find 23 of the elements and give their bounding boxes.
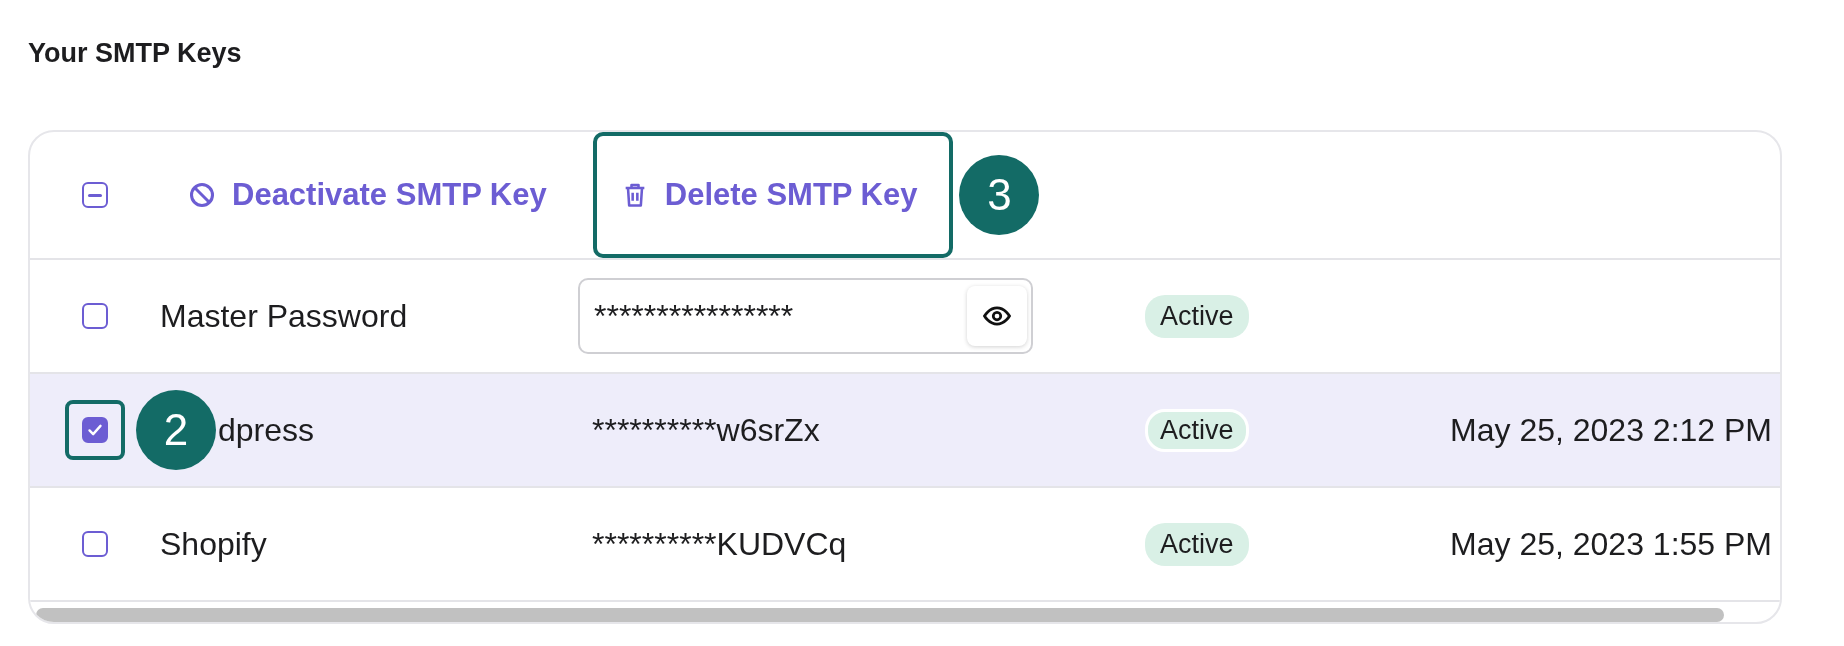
toolbar-button[interactable]: Delete SMTP Key bbox=[592, 132, 954, 258]
step-number-badge: 2 bbox=[136, 390, 216, 470]
status-badge: Active bbox=[1145, 408, 1249, 452]
table-row[interactable]: 2 dpress **********w6srZx Active May 25, 2023 2:12 PM bbox=[30, 374, 1780, 488]
ban-icon bbox=[188, 181, 216, 209]
show-password-button[interactable] bbox=[967, 286, 1027, 346]
row-checkbox[interactable] bbox=[82, 417, 108, 443]
masked-key: **********w6srZx bbox=[592, 411, 820, 448]
created-date: May 25, 2023 1:55 PM bbox=[1450, 525, 1772, 562]
key-name: Master Password bbox=[160, 297, 408, 334]
status-badge: Active bbox=[1145, 294, 1249, 338]
key-name: dpress bbox=[218, 411, 315, 448]
row-checkbox[interactable] bbox=[82, 531, 108, 557]
created-date: May 25, 2023 2:12 PM bbox=[1450, 411, 1772, 448]
masked-key: **********KUDVCq bbox=[592, 525, 847, 562]
password-field[interactable]: **************** bbox=[578, 278, 1033, 354]
select-all-checkbox[interactable] bbox=[82, 182, 108, 208]
row-checkbox[interactable] bbox=[82, 303, 108, 329]
key-name: Shopify bbox=[160, 525, 267, 562]
scrollbar-thumb[interactable] bbox=[36, 608, 1724, 622]
section-title: Your SMTP Keys bbox=[27, 37, 243, 70]
step-number-badge: 3 bbox=[959, 155, 1040, 235]
status-badge: Active bbox=[1145, 522, 1249, 566]
